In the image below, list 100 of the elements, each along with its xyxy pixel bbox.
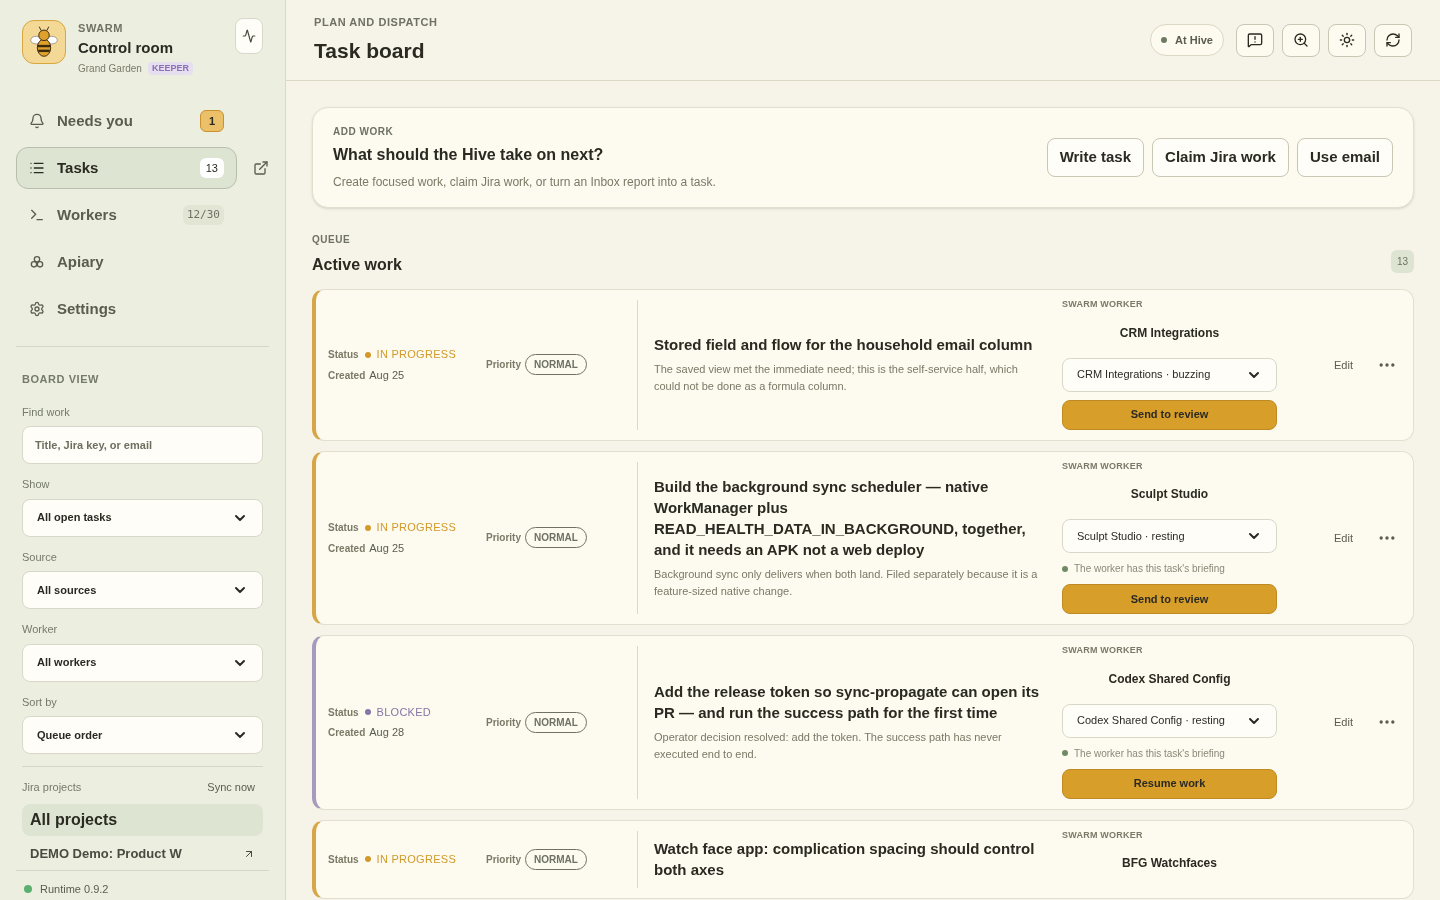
- status-text: IN PROGRESS: [376, 852, 456, 867]
- worker-label: SWARM WORKER: [1062, 644, 1144, 657]
- activity-button[interactable]: [235, 18, 263, 54]
- action-button[interactable]: Send to review: [1062, 584, 1277, 614]
- brand-eyebrow: SWARM: [78, 21, 124, 36]
- project-item[interactable]: DEMO Demo: Product W: [22, 837, 263, 870]
- status-text: IN PROGRESS: [376, 520, 456, 536]
- created-date: Aug 28: [369, 725, 405, 741]
- field-label: Sort by: [22, 694, 58, 710]
- add-work-button[interactable]: Claim Jira work: [1152, 138, 1289, 177]
- refresh-button[interactable]: [1374, 23, 1412, 57]
- field-label: Source: [22, 549, 58, 565]
- field-label: Worker: [22, 622, 59, 637]
- task-title: Watch face app: complication spacing should control both axes: [654, 839, 1036, 881]
- action-button[interactable]: Send to review: [1062, 399, 1277, 430]
- created-date: Aug 25: [369, 367, 405, 383]
- worker-name: Sculpt Studio: [1129, 486, 1210, 503]
- nav-label: Workers: [57, 204, 118, 225]
- field-label: Find work: [22, 404, 71, 420]
- search-field[interactable]: Title, Jira key, or email: [22, 426, 263, 464]
- worker-name: Codex Shared Config: [1107, 670, 1232, 688]
- filter-select[interactable]: All open tasks: [22, 498, 263, 537]
- assignee-select[interactable]: CRM Integrations · buzzing: [1062, 357, 1277, 392]
- created-label: Created: [328, 541, 366, 556]
- section-heading: BOARD VIEW: [22, 372, 100, 387]
- nav-label: Needs you: [57, 110, 134, 131]
- card-description: Create focused work, claim Jira work, or turn an Inbox report into a task.: [333, 174, 716, 191]
- circles-icon: [29, 254, 45, 270]
- zoom-in-icon: [1293, 32, 1309, 48]
- nav-item[interactable]: Settings: [16, 288, 237, 330]
- section-eyebrow: QUEUE: [312, 233, 352, 247]
- add-work-button[interactable]: Write task: [1046, 138, 1145, 177]
- card-title: What should the Hive take on next?: [333, 145, 605, 165]
- activity-icon: [242, 29, 256, 43]
- brand-title: Control room: [78, 37, 174, 58]
- nav-item[interactable]: Apiary: [16, 241, 237, 283]
- edit-button[interactable]: Edit: [1334, 356, 1353, 373]
- add-work-button[interactable]: Use email: [1296, 138, 1393, 177]
- filter-select[interactable]: All sources: [22, 571, 263, 609]
- bell-icon: [29, 113, 45, 129]
- terminal-icon: [29, 207, 45, 223]
- runtime-version: Runtime 0.9.2: [40, 881, 109, 897]
- task-title: Stored field and flow for the household email column: [654, 335, 1034, 356]
- nav-item[interactable]: Workers 12/30: [16, 194, 237, 236]
- sync-button[interactable]: Sync now: [207, 779, 255, 796]
- page-eyebrow: PLAN AND DISPATCH: [314, 15, 438, 30]
- filter-select[interactable]: All workers: [22, 643, 263, 682]
- edit-button[interactable]: Edit: [1334, 529, 1353, 546]
- status-label: Status: [328, 852, 359, 867]
- action-button[interactable]: Resume work: [1062, 768, 1277, 799]
- nav-badge: 13: [199, 157, 224, 179]
- org-name: Grand Garden: [78, 62, 142, 76]
- queue-count: 13: [1390, 250, 1414, 273]
- status-label: Status: [328, 705, 359, 720]
- list-icon: [29, 160, 45, 176]
- role-badge: KEEPER: [147, 61, 193, 76]
- status-text: IN PROGRESS: [376, 347, 456, 363]
- nav-badge: 1: [199, 109, 224, 133]
- task-description: Background sync only delivers when both land. Filed separately because it is a feature-sized native change.: [654, 566, 1039, 599]
- sun-icon: [1339, 32, 1355, 48]
- nav-item[interactable]: Tasks 13: [16, 147, 237, 189]
- presence-pill: At Hive: [1150, 24, 1224, 56]
- settings-icon: [29, 301, 45, 317]
- filter-select[interactable]: Queue order: [22, 716, 263, 754]
- assignee-select[interactable]: Codex Shared Config · resting: [1062, 703, 1277, 738]
- external-link-icon[interactable]: [253, 160, 269, 176]
- nav-label: Tasks: [57, 157, 100, 178]
- task-title: Build the background sync scheduler — native WorkManager plus READ_HEALTH_DATA_IN_BACKGROUND, together, and it needs an APK not a web deploy: [654, 476, 1027, 560]
- nav-label: Apiary: [57, 251, 105, 272]
- field-label: Jira projects: [22, 780, 82, 795]
- briefing-note: The worker has this task's briefing: [1074, 746, 1225, 761]
- status-text: BLOCKED: [376, 704, 432, 720]
- nav-item[interactable]: Needs you 1: [16, 100, 237, 142]
- status-label: Status: [328, 348, 359, 362]
- sun-button[interactable]: [1328, 23, 1366, 57]
- task-description: The saved view met the immediate need; this is the self-service half, which could not be done as a formula column.: [654, 362, 1019, 395]
- task-description: Operator decision resolved: add the token. The success path has never executed end to end.: [654, 730, 1003, 763]
- priority-label: Priority: [486, 852, 521, 867]
- refresh-icon: [1385, 32, 1401, 48]
- created-date: Aug 25: [369, 540, 405, 556]
- section-title: Active work: [312, 255, 402, 275]
- task-title: Add the release token so sync-propagate can open its PR — and run the success path for the first time: [654, 682, 1041, 724]
- card-eyebrow: ADD WORK: [333, 125, 395, 139]
- zoom-in-button[interactable]: [1282, 23, 1320, 57]
- priority-label: Priority: [486, 531, 521, 546]
- project-item[interactable]: All projects: [22, 803, 263, 836]
- message-alert-button[interactable]: [1236, 23, 1274, 57]
- briefing-note: The worker has this task's briefing: [1074, 562, 1225, 576]
- worker-label: SWARM WORKER: [1062, 459, 1144, 473]
- created-label: Created: [328, 726, 366, 740]
- priority-label: Priority: [486, 715, 521, 730]
- worker-name: BFG Watchfaces: [1121, 855, 1218, 872]
- assignee-select[interactable]: Sculpt Studio · resting: [1062, 519, 1277, 553]
- message-alert-icon: [1247, 32, 1263, 48]
- nav-label: Settings: [57, 298, 118, 319]
- status-label: Status: [328, 521, 359, 535]
- nav-badge: 12/30: [182, 204, 224, 226]
- worker-label: SWARM WORKER: [1062, 298, 1144, 311]
- field-label: Show: [22, 477, 51, 492]
- edit-button[interactable]: Edit: [1334, 714, 1353, 731]
